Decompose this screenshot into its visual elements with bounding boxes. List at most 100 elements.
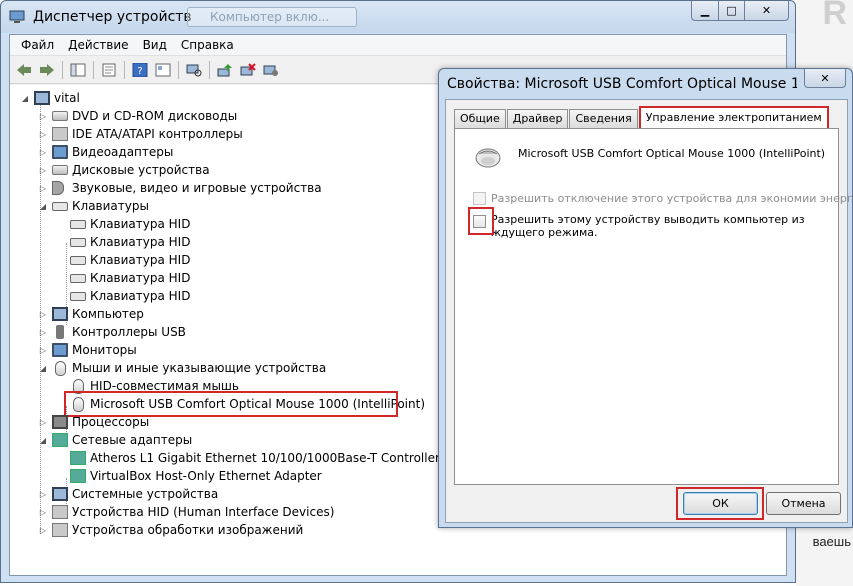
- show-hide-tree-icon[interactable]: [68, 60, 88, 80]
- network-adapter-icon: [70, 451, 86, 465]
- tree-item-video[interactable]: ▷ Видеоадаптеры: [38, 143, 173, 161]
- dialog-close-button[interactable]: ✕: [804, 69, 846, 88]
- expand-arrow-icon[interactable]: ▷: [38, 490, 48, 499]
- ide-controller-icon: [52, 127, 68, 141]
- expand-arrow-icon[interactable]: ▷: [38, 166, 48, 175]
- update-driver-icon[interactable]: [215, 60, 235, 80]
- tree-root[interactable]: ◢ vital: [20, 89, 80, 107]
- tree-item-imaging[interactable]: ▷ Устройства обработки изображений: [38, 521, 303, 539]
- tree-item-label: Дисковые устройства: [72, 163, 210, 177]
- tree-item-ide[interactable]: ▷ IDE ATA/ATAPI контроллеры: [38, 125, 243, 143]
- help-icon[interactable]: ?: [130, 60, 150, 80]
- tree-item-label: Клавиатура HID: [90, 235, 191, 249]
- tree-item-sound[interactable]: ▷ Звуковые, видео и игровые устройства: [38, 179, 322, 197]
- expand-arrow-icon[interactable]: ▷: [38, 310, 48, 319]
- menu-view[interactable]: Вид: [136, 35, 174, 55]
- expand-arrow-icon[interactable]: ▷: [38, 346, 48, 355]
- back-arrow-icon[interactable]: [14, 60, 34, 80]
- scan-hardware-icon[interactable]: [184, 60, 204, 80]
- menu-help[interactable]: Справка: [174, 35, 241, 55]
- expand-arrow-icon[interactable]: ▷: [38, 130, 48, 139]
- tree-item-label: Клавиатура HID: [90, 271, 191, 285]
- tree-item-disks[interactable]: ▷ Дисковые устройства: [38, 161, 210, 179]
- monitor-icon: [52, 343, 68, 357]
- allow-power-off-label: Разрешить отключение этого устройства дл…: [491, 192, 853, 205]
- tree-item-virtualbox[interactable]: VirtualBox Host-Only Ethernet Adapter: [70, 467, 322, 485]
- tree-item-atheros[interactable]: Atheros L1 Gigabit Ethernet 10/100/1000B…: [70, 449, 440, 467]
- title-bar[interactable]: Диспетчер устройств Компьютер вклю... ▁ …: [1, 1, 795, 33]
- highlight-ok-button: [676, 487, 764, 520]
- svg-text:?: ?: [137, 66, 142, 77]
- menu-file[interactable]: Файл: [14, 35, 61, 55]
- toolbar-separator: [93, 60, 94, 79]
- collapse-arrow-icon[interactable]: ◢: [20, 94, 30, 103]
- expand-arrow-icon[interactable]: ▷: [38, 328, 48, 337]
- cancel-button[interactable]: Отмена: [766, 492, 841, 515]
- tree-item-label: Клавиатура HID: [90, 253, 191, 267]
- allow-wake-label: Разрешить этому устройству выводить комп…: [491, 213, 805, 239]
- minimize-button[interactable]: ▁: [691, 1, 719, 21]
- dvd-drive-icon: [52, 111, 68, 121]
- allow-power-off-checkbox[interactable]: [473, 192, 486, 205]
- device-manager-icon: [9, 10, 25, 23]
- mouse-icon: [475, 148, 501, 168]
- tree-item-keyboard-hid[interactable]: Клавиатура HID: [70, 233, 190, 251]
- expand-arrow-icon[interactable]: ▷: [38, 418, 48, 427]
- expand-arrow-icon[interactable]: ▷: [38, 148, 48, 157]
- tree-item-label: Видеоадаптеры: [72, 145, 174, 159]
- tab-driver[interactable]: Драйвер: [506, 109, 569, 128]
- properties-icon[interactable]: [99, 60, 119, 80]
- collapse-arrow-icon[interactable]: ◢: [38, 364, 48, 373]
- menu-bar: Файл Действие Вид Справка: [10, 35, 786, 56]
- tree-item-network[interactable]: ◢ Сетевые адаптеры: [38, 431, 192, 449]
- menu-action[interactable]: Действие: [61, 35, 135, 55]
- expand-arrow-icon[interactable]: ▷: [38, 184, 48, 193]
- disable-icon[interactable]: [261, 60, 281, 80]
- tree-item-label: Сетевые адаптеры: [72, 433, 193, 447]
- tree-item-usb[interactable]: ▷ Контроллеры USB: [38, 323, 186, 341]
- keyboard-icon: [70, 273, 86, 283]
- tree-item-monitors[interactable]: ▷ Мониторы: [38, 341, 137, 359]
- tree-item-label: Звуковые, видео и игровые устройства: [72, 181, 322, 195]
- expand-arrow-icon[interactable]: ▷: [38, 112, 48, 121]
- keyboard-icon: [70, 219, 86, 229]
- tree-item-label: DVD и CD-ROM дисководы: [72, 109, 238, 123]
- tree-item-keyboard-hid[interactable]: Клавиатура HID: [70, 251, 190, 269]
- background-window-tab: Компьютер вклю...: [187, 7, 357, 27]
- display-adapter-icon: [52, 145, 68, 159]
- tree-item-keyboard-hid[interactable]: Клавиатура HID: [70, 269, 190, 287]
- tree-item-hid[interactable]: ▷ Устройства HID (Human Interface Device…: [38, 503, 334, 521]
- tab-general[interactable]: Общие: [454, 109, 506, 128]
- tree-item-keyboard-hid[interactable]: Клавиатура HID: [70, 215, 190, 233]
- tree-item-system[interactable]: ▷ Системные устройства: [38, 485, 218, 503]
- forward-arrow-icon[interactable]: [37, 60, 57, 80]
- tree-item-keyboard-hid[interactable]: Клавиатура HID: [70, 287, 190, 305]
- expand-arrow-icon[interactable]: ▷: [38, 526, 48, 535]
- tree-item-dvd[interactable]: ▷ DVD и CD-ROM дисководы: [38, 107, 237, 125]
- tree-item-computer[interactable]: ▷ Компьютер: [38, 305, 144, 323]
- dialog-title: Свойства: Microsoft USB Comfort Optical …: [447, 76, 797, 92]
- mouse-icon: [55, 360, 66, 376]
- collapse-arrow-icon[interactable]: ◢: [38, 436, 48, 445]
- tab-details[interactable]: Сведения: [569, 109, 638, 128]
- tree-item-label: Клавиатуры: [72, 199, 149, 213]
- disk-drive-icon: [52, 165, 68, 175]
- caption-buttons: ▁ □ ✕: [691, 1, 789, 21]
- view-icon[interactable]: [153, 60, 173, 80]
- tree-item-label: Контроллеры USB: [72, 325, 186, 339]
- camera-icon: [52, 523, 68, 537]
- tab-power-management[interactable]: Управление электропитанием: [638, 106, 829, 128]
- collapse-arrow-icon[interactable]: ◢: [38, 202, 48, 211]
- expand-arrow-icon[interactable]: ▷: [38, 508, 48, 517]
- keyboard-icon: [70, 237, 86, 247]
- background-text: ваешь: [812, 534, 851, 549]
- dialog-body: Общие Драйвер Сведения Управление электр…: [445, 99, 853, 523]
- maximize-button[interactable]: □: [719, 1, 745, 21]
- tree-item-label: Компьютер: [72, 307, 144, 321]
- close-button[interactable]: ✕: [745, 1, 789, 21]
- tree-item-processors[interactable]: ▷ Процессоры: [38, 413, 149, 431]
- tree-item-mice[interactable]: ◢ Мыши и иные указывающие устройства: [38, 359, 326, 377]
- tree-item-label: Клавиатура HID: [90, 289, 191, 303]
- uninstall-icon[interactable]: [238, 60, 258, 80]
- tree-item-keyboards[interactable]: ◢ Клавиатуры: [38, 197, 149, 215]
